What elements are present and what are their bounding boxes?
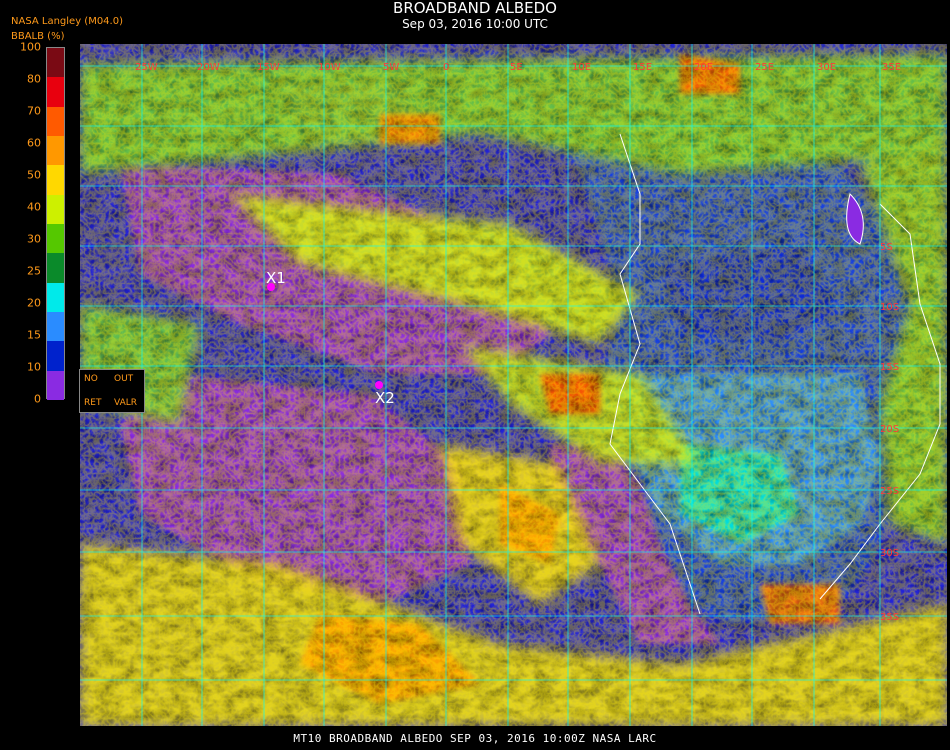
map-timestamp: Sep 03, 2016 10:00 UTC [402,17,548,31]
colorbar-segment [47,194,64,225]
lon-label-35e: 35E [882,62,901,73]
marker-x2-label: X2 [375,389,395,407]
lon-label-0: 0 [443,62,449,73]
lat-label-20s: 20S [880,424,899,435]
colorbar-tick-label: 40 [27,200,41,214]
colorbar-segment [47,136,64,166]
lat-label-5s: 5S [880,242,893,253]
satellite-albedo-map: 25W 20W 15W 10W 5W 0 5E 10E 15E 20E 25E … [80,44,947,726]
lat-label-25s: 25S [880,486,899,497]
colorbar-segment [47,341,64,372]
colorbar-tick-label: 15 [27,328,41,342]
map-title: BROADBAND ALBEDO [393,0,557,17]
colorbar-tick-label: 10 [27,360,41,374]
lon-label-5w: 5W [383,62,399,73]
lon-label-25e: 25E [755,62,774,73]
data-source-label: NASA Langley (M04.0) [11,16,123,27]
colorbar-tick-label: 30 [27,232,41,246]
colorbar-segment [47,224,64,254]
colorbar-segment [47,165,64,196]
colorbar-segment [47,370,64,401]
legend-ret: RET [84,398,102,408]
colorbar-tick-label: 25 [27,264,41,278]
colorbar-tick-label: 50 [27,168,41,182]
colorbar-tick-label: 70 [27,104,41,118]
lon-label-15w: 15W [257,62,280,73]
lon-label-10w: 10W [318,62,341,73]
colorbar-tick-label: 60 [27,136,41,150]
legend-valr: VALR [114,398,138,408]
colorbar-tick-label: 20 [27,296,41,310]
colorbar-segment [47,312,64,342]
colorbar-tick-label: 0 [34,392,41,406]
colorbar-segment [47,77,64,108]
colorbar-segment [47,253,64,284]
lon-label-5e: 5E [510,62,523,73]
lon-label-25w: 25W [135,62,158,73]
colorbar-tick-label: 100 [20,40,41,54]
marker-x1-label: X1 [266,269,286,287]
colorbar-segment [47,106,64,137]
lat-label-35s: 35S [880,612,899,623]
colorbar-tick-label: 80 [27,72,41,86]
colorbar-segment [47,282,64,313]
legend-no: NO [84,374,98,384]
map-legend-box: NO OUT RET VALR [79,369,145,413]
lon-label-30e: 30E [817,62,836,73]
lon-label-15e: 15E [633,62,652,73]
lon-label-20w: 20W [197,62,220,73]
lon-label-20e: 20E [694,62,713,73]
lat-label-10s: 10S [880,302,899,313]
colorbar-segment [47,48,64,78]
lat-label-15s: 15S [880,362,899,373]
legend-out: OUT [114,374,134,384]
colorbar [46,47,65,401]
map-footer: MT10 BROADBAND ALBEDO SEP 03, 2016 10:00… [293,732,657,745]
lon-label-10e: 10E [572,62,591,73]
lat-label-30s: 30S [880,548,899,559]
